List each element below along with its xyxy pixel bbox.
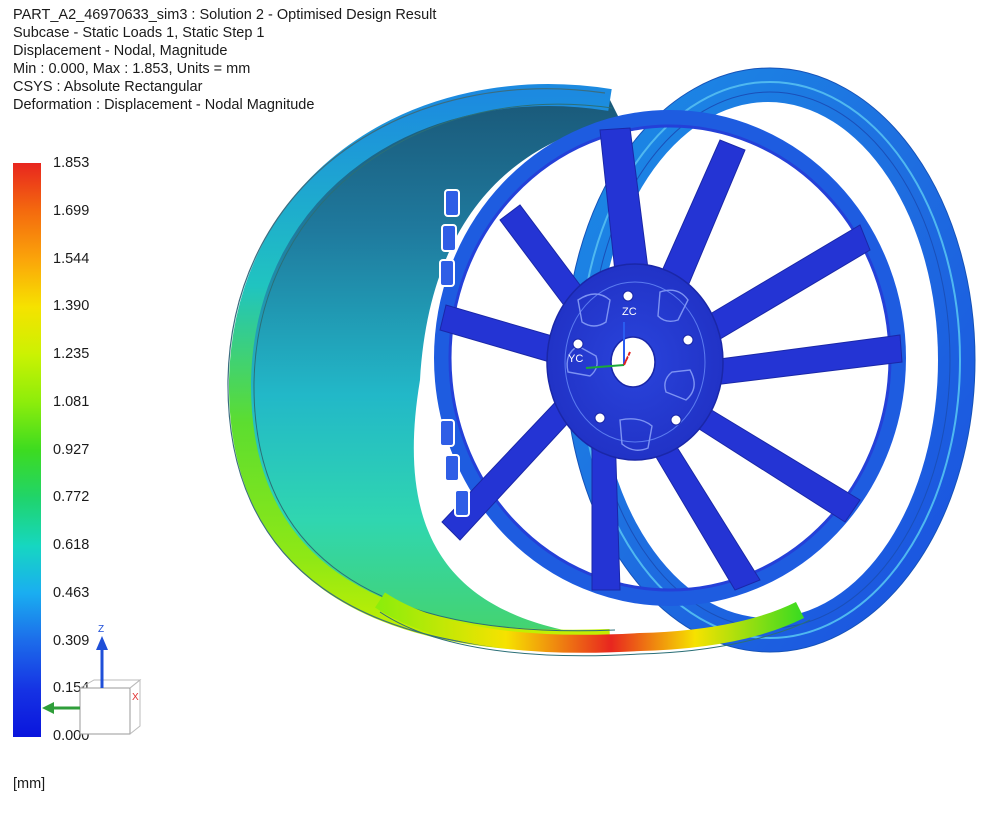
model-viewport[interactable]: ZC XC YC Z X xyxy=(0,0,1006,816)
wcs-zc-label: ZC xyxy=(622,306,637,318)
y-axis-arrow-icon xyxy=(42,702,54,714)
z-axis-arrow-icon xyxy=(96,636,108,650)
triad-z-label: Z xyxy=(98,624,104,635)
triad-x-label: X xyxy=(132,692,139,703)
wcs-xc-label: XC xyxy=(626,353,641,365)
view-triad[interactable]: Z X xyxy=(42,624,142,735)
wcs-yc-label: YC xyxy=(568,353,583,365)
